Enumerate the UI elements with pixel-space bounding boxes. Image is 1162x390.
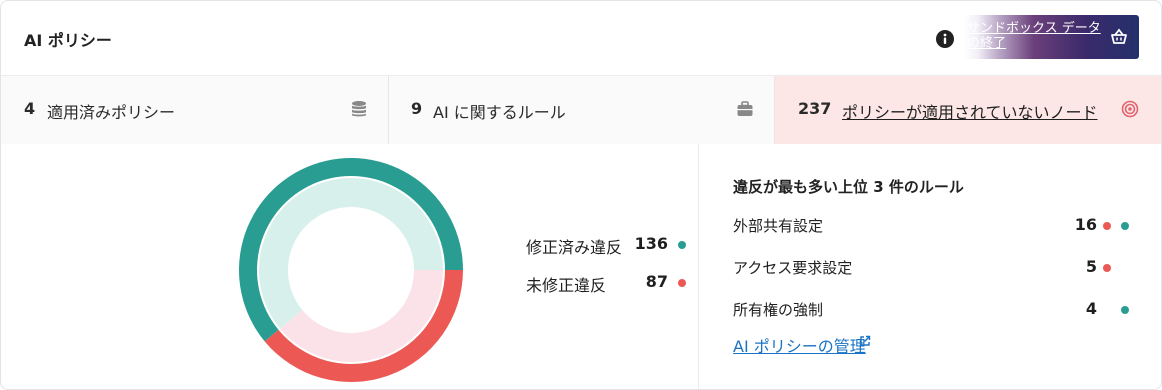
stat-value: 4 (24, 99, 36, 118)
briefcase-icon (737, 101, 753, 116)
target-icon (1121, 100, 1139, 118)
resolved-dot (1121, 222, 1129, 230)
top-rules-title: 違反が最も多い上位 3 件のルール (733, 178, 964, 196)
stat-ai-rules: 9 AI に関するルール (389, 76, 775, 144)
info-icon[interactable] (936, 30, 954, 48)
resolved-dot (678, 241, 686, 249)
unresolved-dot (1103, 222, 1111, 230)
resolved-dot (1121, 306, 1129, 314)
external-link-icon[interactable] (859, 335, 871, 347)
card-header: AI ポリシー サンドボックス データの終了 (1, 1, 1161, 75)
legend-value: 136 (634, 234, 668, 253)
unpolicied-nodes-link[interactable]: ポリシーが適用されていないノード (842, 99, 1098, 123)
rule-label: 外部共有設定 (733, 217, 824, 235)
manage-ai-policies-link[interactable]: AI ポリシーの管理 (733, 333, 866, 357)
legend-resolved: 修正済み違反 136 (526, 234, 696, 258)
basket-icon (1111, 28, 1127, 44)
rule-row: アクセス要求設定 5 (733, 257, 1133, 281)
legend-label: 未修正違反 (526, 276, 607, 295)
rule-label: アクセス要求設定 (733, 259, 853, 277)
rule-value: 16 (1074, 215, 1097, 234)
violations-donut-chart (239, 158, 463, 382)
card-title: AI ポリシー (24, 31, 112, 50)
stats-row: 4 適用済みポリシー 9 AI に関するルール 237 ポリシーが適用されていな… (1, 75, 1161, 144)
legend-label: 修正済み違反 (526, 238, 623, 257)
stat-value: 237 (798, 99, 832, 118)
stat-label: 適用済みポリシー (47, 103, 176, 122)
rule-value: 4 (1085, 299, 1097, 318)
database-icon (352, 101, 366, 117)
violations-chart-panel: 修正済み違反 136 未修正違反 87 (1, 144, 697, 389)
rule-label: 所有権の強制 (733, 301, 824, 319)
stat-value: 9 (411, 99, 423, 118)
stat-unpolicied-nodes: 237 ポリシーが適用されていないノード (775, 76, 1161, 144)
ai-policy-card: AI ポリシー サンドボックス データの終了 4 適用済みポリシー 9 AI に… (0, 0, 1162, 390)
stat-label: AI に関するルール (433, 103, 566, 122)
rule-row: 所有権の強制 4 (733, 299, 1133, 323)
rule-value: 5 (1085, 257, 1097, 276)
stat-applied-policies: 4 適用済みポリシー (1, 76, 389, 144)
top-rules-panel: 違反が最も多い上位 3 件のルール 外部共有設定 16 アクセス要求設定 5 所… (698, 144, 1161, 389)
promo-text[interactable]: サンドボックス データの終了 (967, 21, 1109, 53)
sandbox-promo-button[interactable]: サンドボックス データの終了 (964, 15, 1139, 59)
legend-value: 87 (645, 272, 668, 291)
unresolved-dot (678, 279, 686, 287)
unresolved-dot (1103, 264, 1111, 272)
legend-unresolved: 未修正違反 87 (526, 272, 696, 296)
rule-row: 外部共有設定 16 (733, 215, 1133, 239)
